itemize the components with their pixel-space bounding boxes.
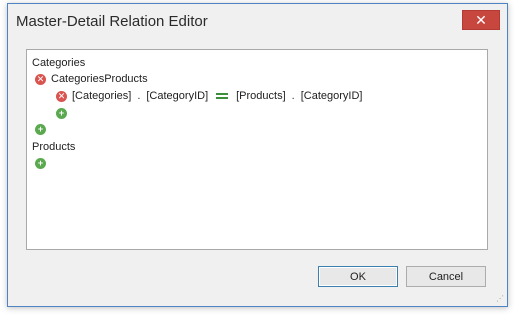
equals-operator-icon[interactable] xyxy=(216,93,229,99)
close-icon: ✕ xyxy=(475,12,487,28)
dialog-title: Master-Detail Relation Editor xyxy=(16,13,208,30)
right-column-field[interactable]: [CategoryID] xyxy=(301,90,363,102)
right-separator: . xyxy=(291,90,295,102)
product-root-label: Products xyxy=(32,141,76,153)
ok-button[interactable]: OK xyxy=(318,266,398,287)
add-relation-row: + xyxy=(35,124,51,135)
add-condition-icon[interactable]: + xyxy=(56,108,67,119)
relation-name-label[interactable]: CategoriesProducts xyxy=(51,73,148,85)
relation-row: ✕ CategoriesProducts xyxy=(35,73,148,85)
add-condition-row: + xyxy=(56,108,72,119)
left-separator: . xyxy=(137,90,141,102)
dialog-window: Master-Detail Relation Editor ✕ Categori… xyxy=(7,3,508,307)
add-product-relation-icon[interactable]: + xyxy=(35,158,46,169)
category-root-label: Categories xyxy=(32,57,86,69)
relation-tree-panel: Categories ✕ CategoriesProducts ✕ [Categ… xyxy=(26,49,488,250)
add-product-relation-row: + xyxy=(35,158,51,169)
right-table-field[interactable]: [Products] xyxy=(236,90,286,102)
add-relation-icon[interactable]: + xyxy=(35,124,46,135)
resize-grip-icon[interactable]: ⋰ xyxy=(496,295,504,303)
left-column-field[interactable]: [CategoryID] xyxy=(146,90,208,102)
product-root-row: Products xyxy=(32,141,75,153)
left-table-field[interactable]: [Categories] xyxy=(72,90,131,102)
close-button[interactable]: ✕ xyxy=(462,10,500,30)
remove-relation-icon[interactable]: ✕ xyxy=(35,73,46,85)
remove-condition-icon[interactable]: ✕ xyxy=(56,90,67,102)
category-root-row: Categories xyxy=(32,57,85,69)
condition-row: ✕ [Categories] . [CategoryID] [Products]… xyxy=(56,90,362,102)
cancel-button[interactable]: Cancel xyxy=(406,266,486,287)
